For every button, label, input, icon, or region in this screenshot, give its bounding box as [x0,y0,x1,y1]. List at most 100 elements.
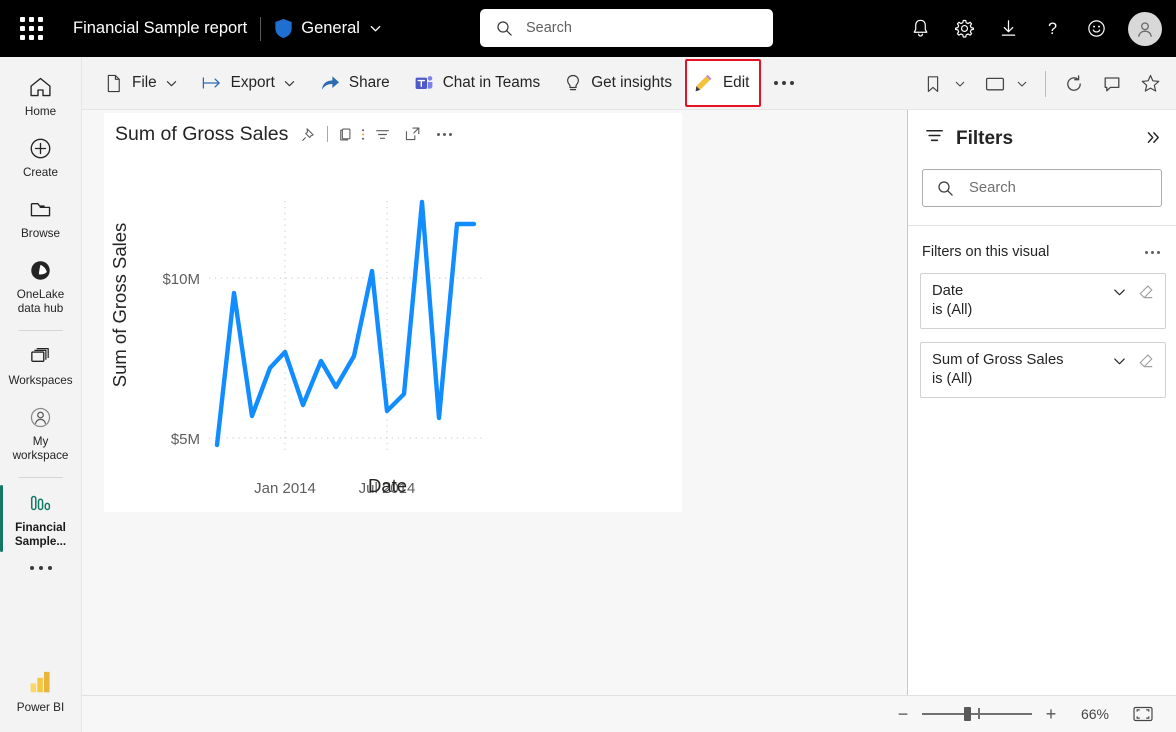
sidebar-item-workspaces[interactable]: Workspaces [0,334,82,395]
focus-expand-icon[interactable] [401,122,425,146]
title-divider [260,16,262,41]
view-chevron[interactable] [1011,68,1033,100]
avatar[interactable] [1128,11,1162,46]
notifications-button[interactable] [898,7,942,51]
chat-in-teams-button[interactable]: Chat in Teams [406,65,548,101]
comments-button[interactable] [1096,68,1128,100]
fit-to-page-button[interactable] [1128,701,1158,727]
more-dots-icon [774,81,795,85]
filters-section-more-button[interactable] [1145,250,1160,254]
bookmarks-chevron[interactable] [949,68,971,100]
edit-button-highlight: Edit [684,59,762,107]
toolbar-divider [1045,70,1046,97]
filters-search-input[interactable]: Search [922,169,1162,207]
help-button[interactable]: ? [1030,7,1074,51]
chevron-down-icon[interactable] [1112,354,1127,374]
eraser-icon[interactable] [1137,283,1156,307]
left-navigation-rail: Home Create Browse OneLake data hub Work… [0,57,82,732]
favorite-button[interactable] [1134,68,1166,100]
settings-button[interactable] [942,7,986,51]
zoom-level-label: 66% [1080,706,1110,722]
share-button[interactable]: Share [312,65,397,101]
edit-button[interactable]: Edit [693,65,749,101]
zoom-slider-track [922,713,1032,715]
screen-icon [985,77,1005,90]
shield-icon [275,19,292,38]
fit-to-page-icon [1133,706,1153,722]
sidebar-item-my-workspace[interactable]: My workspace [0,395,82,470]
chevron-down-icon [955,81,965,87]
zoom-slider-thumb[interactable] [964,707,971,721]
lightbulb-icon [563,73,583,94]
chart-plot-area: Sum of Gross Sales $10M $5M Jan 2014 Jul… [104,153,682,508]
filters-search-placeholder: Search [969,180,1016,196]
report-command-toolbar: File Export Share Chat in Teams Get insi… [82,57,1176,110]
chevron-down-icon [1017,81,1027,87]
top-header-bar: Financial Sample report General Search ? [0,0,1176,57]
workspace-selector[interactable]: General [274,18,382,39]
filter-icon[interactable] [370,122,394,146]
x-axis-title: Date [367,475,408,496]
eraser-icon[interactable] [1137,352,1156,376]
search-input[interactable]: Search [480,9,773,47]
onelake-icon [28,257,53,283]
app-launcher-icon[interactable] [14,12,48,46]
report-canvas[interactable]: Sum of Gross Sales Sum of Gross Sales $1… [82,110,907,695]
filter-icon [924,126,945,152]
filters-on-this-visual-section: Filters on this visual [908,226,1176,260]
plus-circle-icon [28,135,53,161]
question-mark-icon: ? [1047,20,1056,38]
sidebar-more-button[interactable] [0,556,82,574]
power-bi-footer-link[interactable]: Power BI [0,661,82,722]
double-chevron-right-icon[interactable] [1145,129,1162,149]
home-icon [28,74,53,100]
filters-title: Filters [956,128,1014,149]
header-actions: ? [898,0,1164,57]
zoom-slider-tick [978,708,980,719]
share-label: Share [348,74,390,91]
file-menu-button[interactable]: File [96,65,185,101]
visual-drill-dots-icon[interactable] [360,122,368,146]
line-chart-visual[interactable]: Sum of Gross Sales Sum of Gross Sales $1… [104,113,682,512]
sidebar-item-label: My workspace [12,435,69,462]
star-icon [1141,74,1159,92]
sidebar-item-label: Financial Sample... [14,521,67,548]
sidebar-item-label: OneLake data hub [16,288,65,315]
page-title: Financial Sample report [73,19,248,37]
sidebar-item-create[interactable]: Create [0,126,82,187]
export-icon [201,74,223,92]
export-menu-button[interactable]: Export [194,65,303,101]
sidebar-item-browse[interactable]: Browse [0,187,82,248]
smiley-icon [1087,20,1105,37]
refresh-button[interactable] [1058,68,1090,100]
more-options-icon[interactable] [432,122,456,146]
zoom-out-button[interactable]: − [894,705,912,723]
visual-header-icons [297,122,456,146]
filters-pane: Filters Search Filters on this visual Da… [907,110,1176,695]
report-status-bar: − + 66% [82,695,1176,732]
sidebar-item-label: Create [22,166,59,179]
downloads-button[interactable] [986,7,1030,51]
chevron-down-icon[interactable] [1112,285,1127,305]
chevron-down-icon [283,77,296,90]
pin-icon[interactable] [297,122,321,146]
get-insights-button[interactable]: Get insights [556,65,679,101]
sidebar-item-onelake-data-hub[interactable]: OneLake data hub [0,248,82,323]
sidebar-item-label: Workspaces [8,374,73,387]
copy-icon[interactable] [334,122,358,146]
toolbar-overflow-button[interactable] [767,65,801,101]
refresh-icon [1067,74,1081,91]
zoom-slider[interactable] [922,706,1032,722]
view-button[interactable] [979,68,1011,100]
zoom-in-button[interactable]: + [1042,705,1060,723]
filter-card-date[interactable]: Date is (All) [920,273,1166,329]
sidebar-item-financial-sample[interactable]: Financial Sample... [0,481,82,556]
share-icon [319,73,341,93]
bookmarks-button[interactable] [917,68,949,100]
y-axis-title: Sum of Gross Sales [109,223,130,388]
sidebar-item-home[interactable]: Home [0,65,82,126]
filter-card-sum-of-gross-sales[interactable]: Sum of Gross Sales is (All) [920,342,1166,398]
line-chart-svg: Sum of Gross Sales $10M $5M Jan 2014 Jul… [109,199,482,497]
feedback-button[interactable] [1074,7,1118,51]
report-bars-icon [28,490,54,516]
